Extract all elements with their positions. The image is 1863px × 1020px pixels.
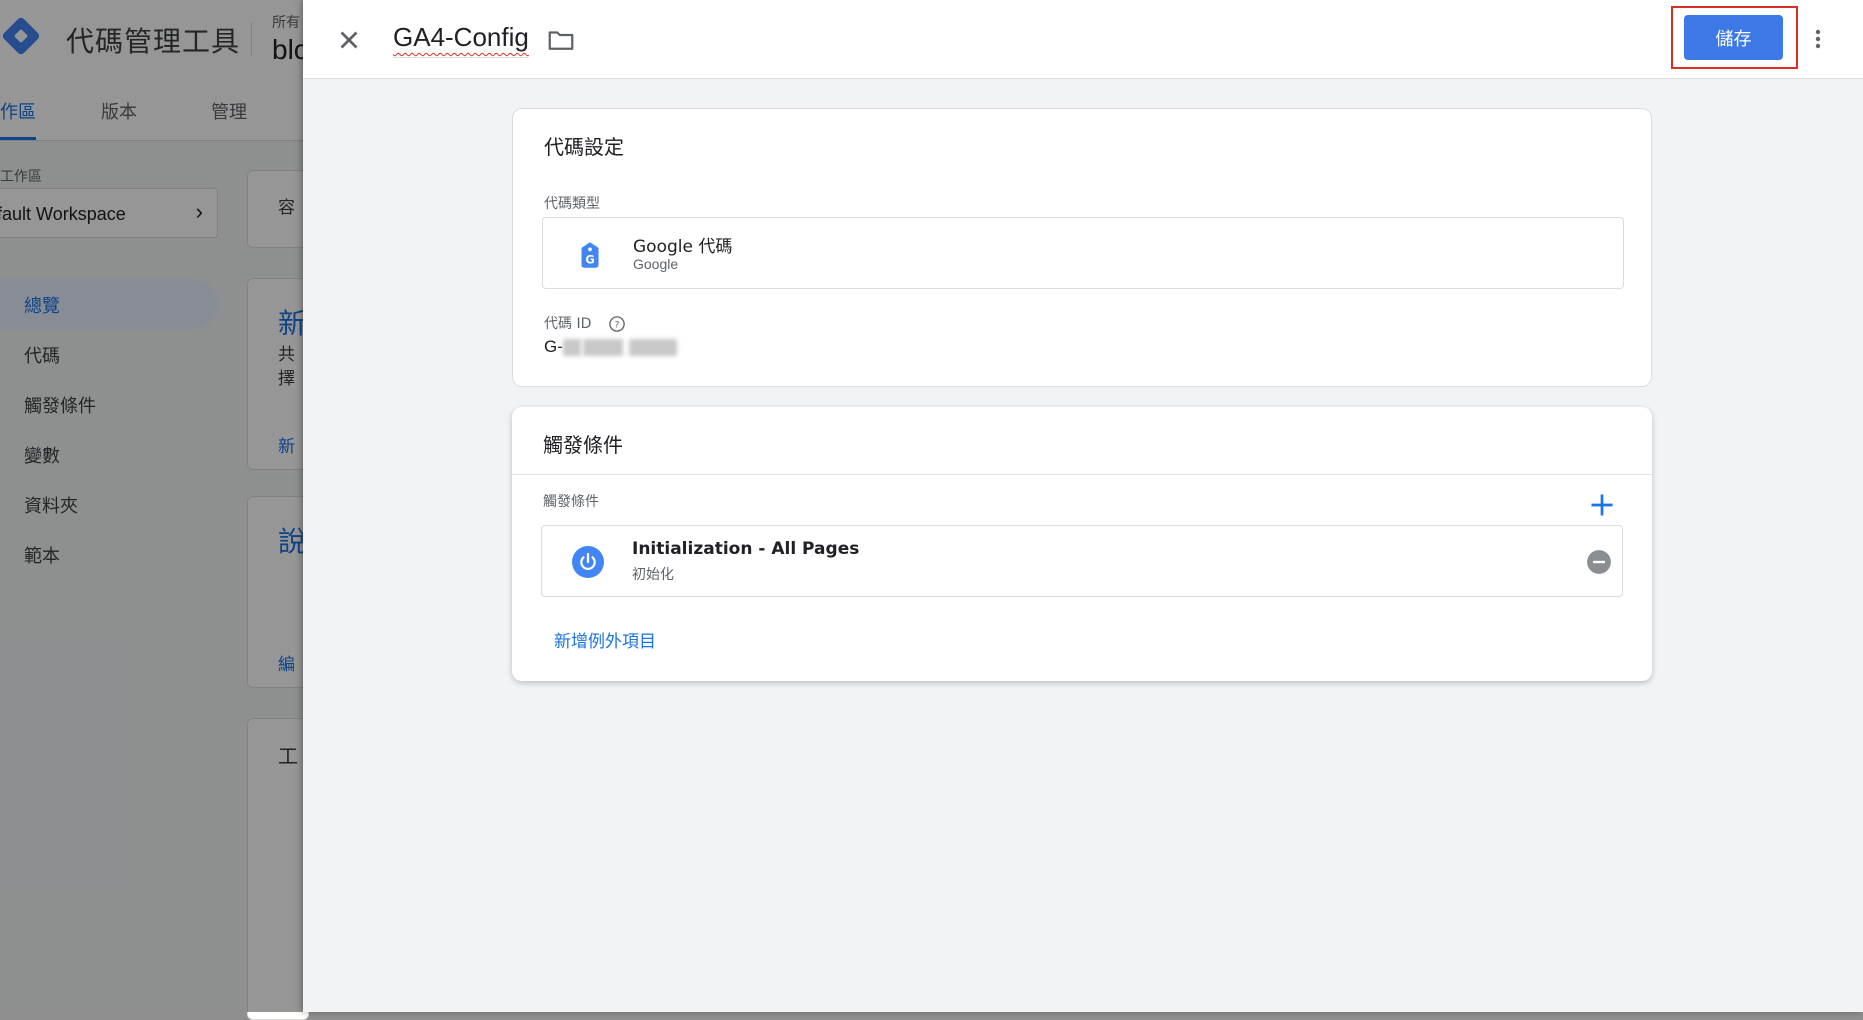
svg-text:?: ? xyxy=(615,320,620,330)
redacted-block xyxy=(563,339,581,356)
google-tag-icon: G xyxy=(581,242,599,268)
tag-type-label: 代碼類型 xyxy=(544,196,600,212)
editor-header: GA4-Config 儲存 xyxy=(303,0,1863,79)
remove-trigger-button[interactable] xyxy=(1586,549,1612,575)
tag-type-selector[interactable]: G Google 代碼 Google xyxy=(542,217,1624,289)
tag-editor-panel: GA4-Config 儲存 代碼設定 代碼類型 G Google 代碼 Goog… xyxy=(303,0,1863,1012)
remove-circle-icon xyxy=(1587,550,1611,574)
close-icon xyxy=(340,31,358,49)
more-options-button[interactable] xyxy=(1803,22,1833,56)
add-exception-link[interactable]: 新增例外項目 xyxy=(554,627,656,652)
tag-type-vendor: Google xyxy=(633,256,679,272)
help-icon[interactable]: ? xyxy=(608,315,626,333)
redacted-block xyxy=(629,339,677,356)
save-button[interactable]: 儲存 xyxy=(1684,15,1783,60)
close-button[interactable] xyxy=(331,22,367,58)
redacted-block xyxy=(583,339,623,356)
triggering-title: 觸發條件 xyxy=(543,433,623,457)
svg-text:G: G xyxy=(585,253,594,267)
power-icon xyxy=(572,546,604,578)
firing-triggers-label: 觸發條件 xyxy=(543,494,599,510)
tag-configuration-title: 代碼設定 xyxy=(544,135,624,159)
plus-icon xyxy=(1591,494,1613,516)
tag-id-value: G- xyxy=(544,337,563,356)
trigger-type: 初始化 xyxy=(632,566,674,582)
triggering-divider xyxy=(512,474,1652,475)
modal-scrim[interactable] xyxy=(0,0,303,1012)
trigger-item[interactable]: Initialization - All Pages 初始化 xyxy=(541,525,1623,597)
tag-type-name: Google 代碼 xyxy=(633,237,733,257)
triggering-card: 觸發條件 觸發條件 Initialization - All Pages 初始化 xyxy=(512,407,1652,681)
folder-button[interactable] xyxy=(546,25,576,55)
add-trigger-button[interactable] xyxy=(1584,487,1620,523)
trigger-name: Initialization - All Pages xyxy=(632,539,860,559)
tag-id-label: 代碼 ID xyxy=(544,316,592,332)
more-vert-icon xyxy=(1815,29,1821,49)
folder-icon xyxy=(548,31,574,50)
tag-configuration-card[interactable]: 代碼設定 代碼類型 G Google 代碼 Google 代碼 ID ? G- xyxy=(512,108,1652,387)
tag-name-input[interactable]: GA4-Config xyxy=(393,22,529,58)
